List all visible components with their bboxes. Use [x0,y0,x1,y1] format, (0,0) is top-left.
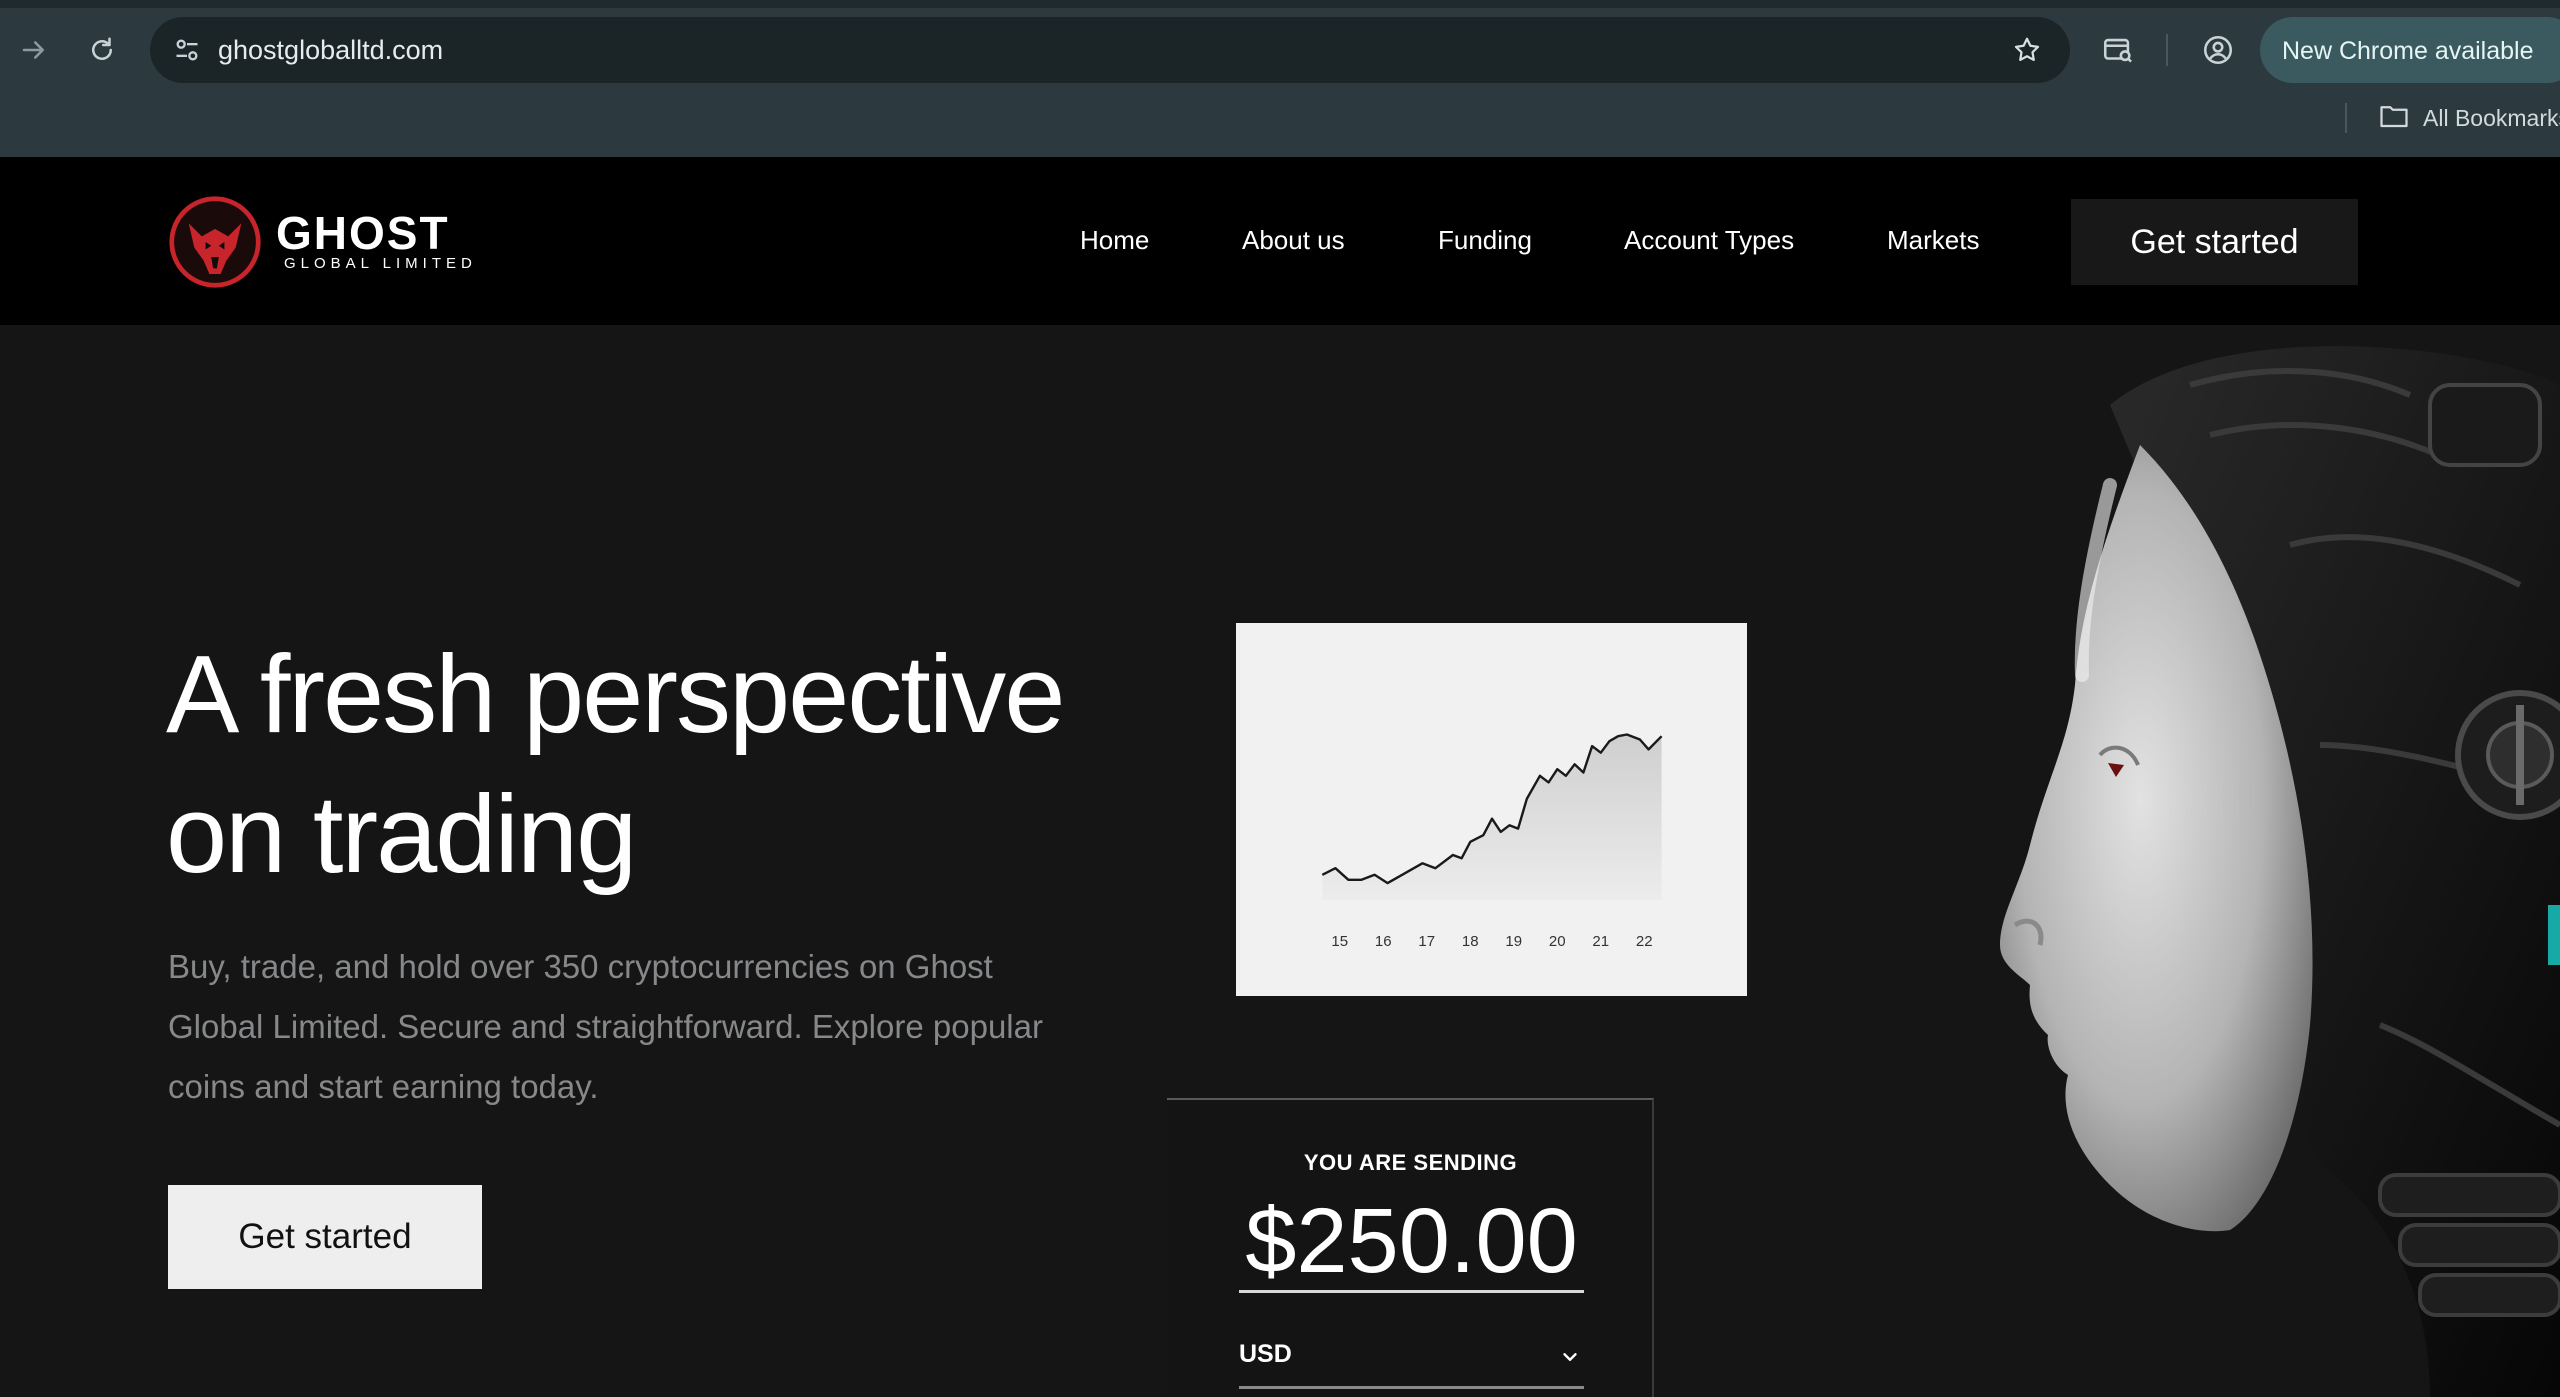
currency-underline [1239,1386,1584,1389]
bookmarks-bar: All Bookmarks [2345,100,2560,136]
hero-headline: A fresh perspective on trading [166,625,1166,905]
ghost-emblem-icon [169,196,261,288]
nav-markets[interactable]: Markets [1887,225,1979,256]
toolbar-divider [2166,34,2168,66]
site-info-icon[interactable] [168,31,206,69]
nav-about-us[interactable]: About us [1242,225,1345,256]
nav-account-types[interactable]: Account Types [1624,225,1794,256]
headline-line-1: A fresh perspective [166,633,1065,756]
chart-x-tick-label: 21 [1592,933,1609,950]
address-bar[interactable]: ghostgloballtd.com [150,17,2070,83]
profile-icon[interactable] [2196,28,2240,72]
nav-funding[interactable]: Funding [1438,225,1532,256]
chart-x-tick-label: 20 [1549,933,1566,950]
chart-x-tick-label: 18 [1462,933,1479,950]
headline-line-2: on trading [166,773,637,896]
send-amount-input[interactable]: $250.00 [1239,1186,1584,1296]
tab-search-icon[interactable] [2096,28,2140,72]
chart-x-tick-label: 19 [1505,933,1522,950]
nav-home[interactable]: Home [1080,225,1149,256]
folder-icon [2379,103,2409,134]
site-header: GHOST GLOBAL LIMITED Home About us Fundi… [0,157,2560,325]
price-chart: 15 16 17 18 19 20 21 22 [1321,733,1663,950]
brand-subtitle: GLOBAL LIMITED [284,255,477,272]
send-widget: YOU ARE SENDING $250.00 USD [1167,1098,1654,1397]
site-logo[interactable]: GHOST GLOBAL LIMITED [168,194,477,290]
forward-icon[interactable] [10,26,58,74]
chrome-update-button[interactable]: New Chrome available [2260,17,2560,83]
send-label: YOU ARE SENDING [1303,1150,1518,1175]
brand-name: GHOST [276,207,450,259]
bookmark-star-icon[interactable] [2008,31,2046,69]
chart-x-tick-label: 16 [1375,933,1392,950]
hero-subtext: Buy, trade, and hold over 350 cryptocurr… [168,948,1043,1105]
bookmarks-divider [2345,103,2347,133]
chevron-down-icon[interactable] [1559,1346,1581,1368]
browser-chrome: ghostgloballtd.com New Chrome available … [0,0,2560,157]
currency-select[interactable]: USD [1239,1340,1292,1369]
robot-face-illustration [2000,346,2560,1397]
chart-x-tick-label: 15 [1331,933,1348,950]
reload-icon[interactable] [78,26,126,74]
tab-strip [0,0,2560,8]
chart-x-tick-label: 17 [1418,933,1435,950]
amount-underline [1239,1290,1584,1293]
chart-x-tick-label: 22 [1636,933,1653,950]
url-text[interactable]: ghostgloballtd.com [218,35,443,66]
price-chart-card: 15 16 17 18 19 20 21 22 [1236,623,1747,996]
hero-get-started-button[interactable]: Get started [168,1185,482,1289]
header-get-started-button[interactable]: Get started [2071,199,2358,285]
all-bookmarks-link[interactable]: All Bookmarks [2423,105,2560,132]
hero-section: A fresh perspective on trading Buy, trad… [0,325,2560,1397]
